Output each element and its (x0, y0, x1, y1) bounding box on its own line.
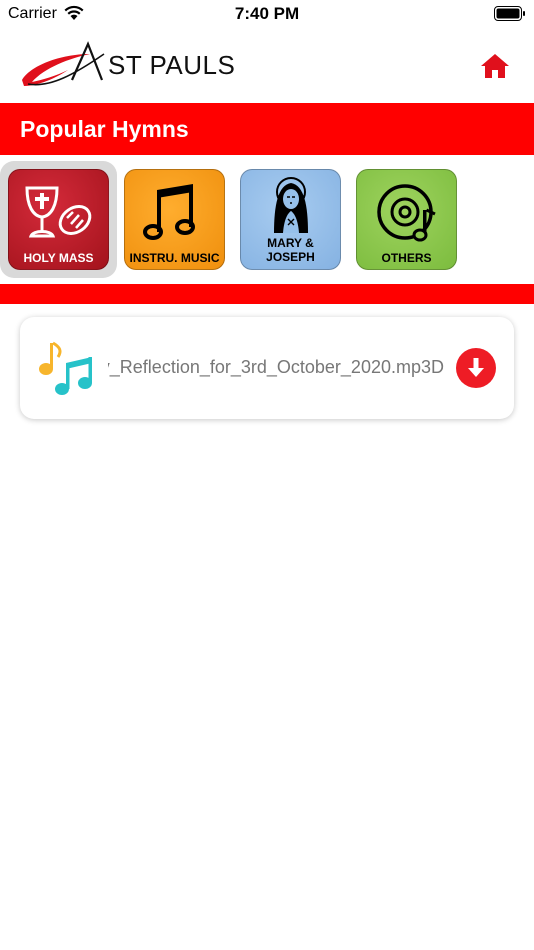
track-file-name: Holy_Reflection_for_3rd_October_2020.mp3… (108, 357, 444, 378)
battery-icon (494, 6, 525, 21)
mary-icon (274, 177, 308, 233)
st-pauls-logo-icon (22, 41, 105, 86)
chalice-bread-icon (25, 186, 92, 238)
download-icon (468, 358, 484, 377)
vinyl-note-icon (377, 184, 436, 242)
track-card[interactable]: Holy_Reflection_for_3rd_October_2020.mp3… (20, 317, 514, 419)
category-row: HOLY MASS INSTRU. MUSIC MARY & JOSEPH OT… (0, 158, 534, 284)
divider-strip (0, 284, 534, 304)
music-note-icon (143, 184, 195, 240)
home-icon[interactable] (479, 52, 511, 80)
download-button[interactable] (456, 348, 496, 388)
category-mary-joseph[interactable]: MARY & JOSEPH (240, 169, 341, 270)
app-header: ST PAULS (0, 30, 534, 103)
clock: 7:40 PM (234, 4, 300, 23)
category-label: JOSEPH (266, 250, 315, 264)
category-holy-mass[interactable]: HOLY MASS (8, 169, 109, 270)
music-notes-icon (39, 341, 92, 395)
section-title-bar: Popular Hymns (0, 103, 534, 155)
section-title: Popular Hymns (20, 116, 189, 142)
brand-name: ST PAULS (108, 50, 236, 80)
category-label: MARY & (267, 236, 314, 250)
category-others[interactable]: OTHERS (356, 169, 457, 270)
status-bar: Carrier 7:40 PM (0, 0, 534, 30)
category-label: HOLY MASS (23, 251, 94, 265)
category-instrumental-music[interactable]: INSTRU. MUSIC (124, 169, 225, 270)
category-label: OTHERS (381, 251, 432, 265)
track-file-text: Holy_Reflection_for_3rd_October_2020.mp3… (108, 357, 444, 377)
category-label: INSTRU. MUSIC (129, 251, 220, 265)
